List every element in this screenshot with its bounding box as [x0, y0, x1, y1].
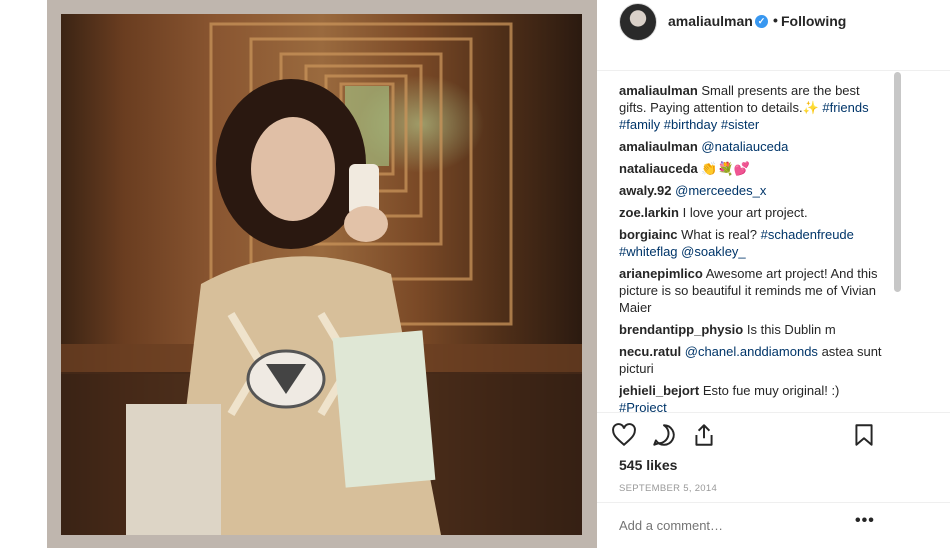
divider	[597, 502, 950, 503]
list-item: brendantipp_physio Is this Dublin m	[619, 321, 887, 338]
list-item: nataliauceda 👏💐💕	[619, 160, 887, 177]
photo-frame	[47, 0, 597, 548]
divider	[597, 70, 950, 71]
comment-username[interactable]: jehieli_bejort	[619, 383, 699, 398]
action-bar	[611, 420, 891, 452]
comment-mention[interactable]: @merceedes_x	[675, 183, 766, 198]
bookmark-icon[interactable]	[851, 422, 877, 448]
photo-illustration	[61, 22, 582, 535]
avatar[interactable]	[619, 3, 657, 41]
separator-dot: •	[773, 12, 778, 28]
list-item: zoe.larkin I love your art project.	[619, 204, 887, 221]
comment-username[interactable]: awaly.92	[619, 183, 672, 198]
post-sidebar: amaliaulman ✓ • Following amaliaulman Sm…	[597, 0, 950, 548]
header-username[interactable]: amaliaulman	[668, 13, 753, 29]
comment-username[interactable]: brendantipp_physio	[619, 322, 743, 337]
following-button[interactable]: Following	[781, 13, 846, 29]
divider	[597, 412, 950, 413]
list-item: necu.ratul @chanel.anddiamonds astea sun…	[619, 343, 887, 377]
verified-badge-icon: ✓	[755, 15, 768, 28]
post-date: SEPTEMBER 5, 2014	[619, 483, 718, 494]
list-item: awaly.92 @merceedes_x	[619, 182, 887, 199]
list-item: amaliaulman @nataliauceda	[619, 138, 887, 155]
share-icon[interactable]	[691, 422, 717, 448]
comment-username[interactable]: zoe.larkin	[619, 205, 679, 220]
shopping-bag-right	[332, 330, 436, 488]
comment-bubble-icon[interactable]	[651, 422, 677, 448]
comment-text: What is real?	[681, 227, 758, 242]
comment-text: I love your art project.	[682, 205, 808, 220]
heart-icon[interactable]	[611, 422, 637, 448]
comment-mention[interactable]: @nataliauceda	[701, 139, 788, 154]
post-photo[interactable]	[61, 14, 582, 535]
comments-list: amaliaulman Small presents are the best …	[619, 82, 887, 412]
comment-text: Esto fue muy original! :)	[702, 383, 840, 398]
likes-count[interactable]: 545 likes	[619, 457, 677, 473]
comment-text: 👏💐💕	[701, 161, 750, 176]
comments-scrollbar[interactable]	[894, 72, 901, 292]
add-comment-input[interactable]	[619, 518, 849, 533]
list-item: borgiainc What is real? #schadenfreude #…	[619, 226, 887, 260]
list-item: jehieli_bejort Esto fue muy original! :)…	[619, 382, 887, 412]
more-options-button[interactable]: •••	[855, 512, 875, 530]
comment-hashtags[interactable]: #Project	[619, 400, 667, 412]
comment-username[interactable]: nataliauceda	[619, 161, 698, 176]
comment-username[interactable]: necu.ratul	[619, 344, 681, 359]
comment-mention[interactable]: @chanel.anddiamonds	[685, 344, 818, 359]
comment-username[interactable]: borgiainc	[619, 227, 678, 242]
comment-username[interactable]: amaliaulman	[619, 83, 698, 98]
list-item: amaliaulman Small presents are the best …	[619, 82, 887, 133]
comment-text: Is this Dublin m	[746, 322, 836, 337]
comment-username[interactable]: amaliaulman	[619, 139, 698, 154]
list-item: arianepimlico Awesome art project! And t…	[619, 265, 887, 316]
face	[251, 117, 335, 221]
comment-username[interactable]: arianepimlico	[619, 266, 703, 281]
shopping-bag-left	[126, 404, 221, 535]
